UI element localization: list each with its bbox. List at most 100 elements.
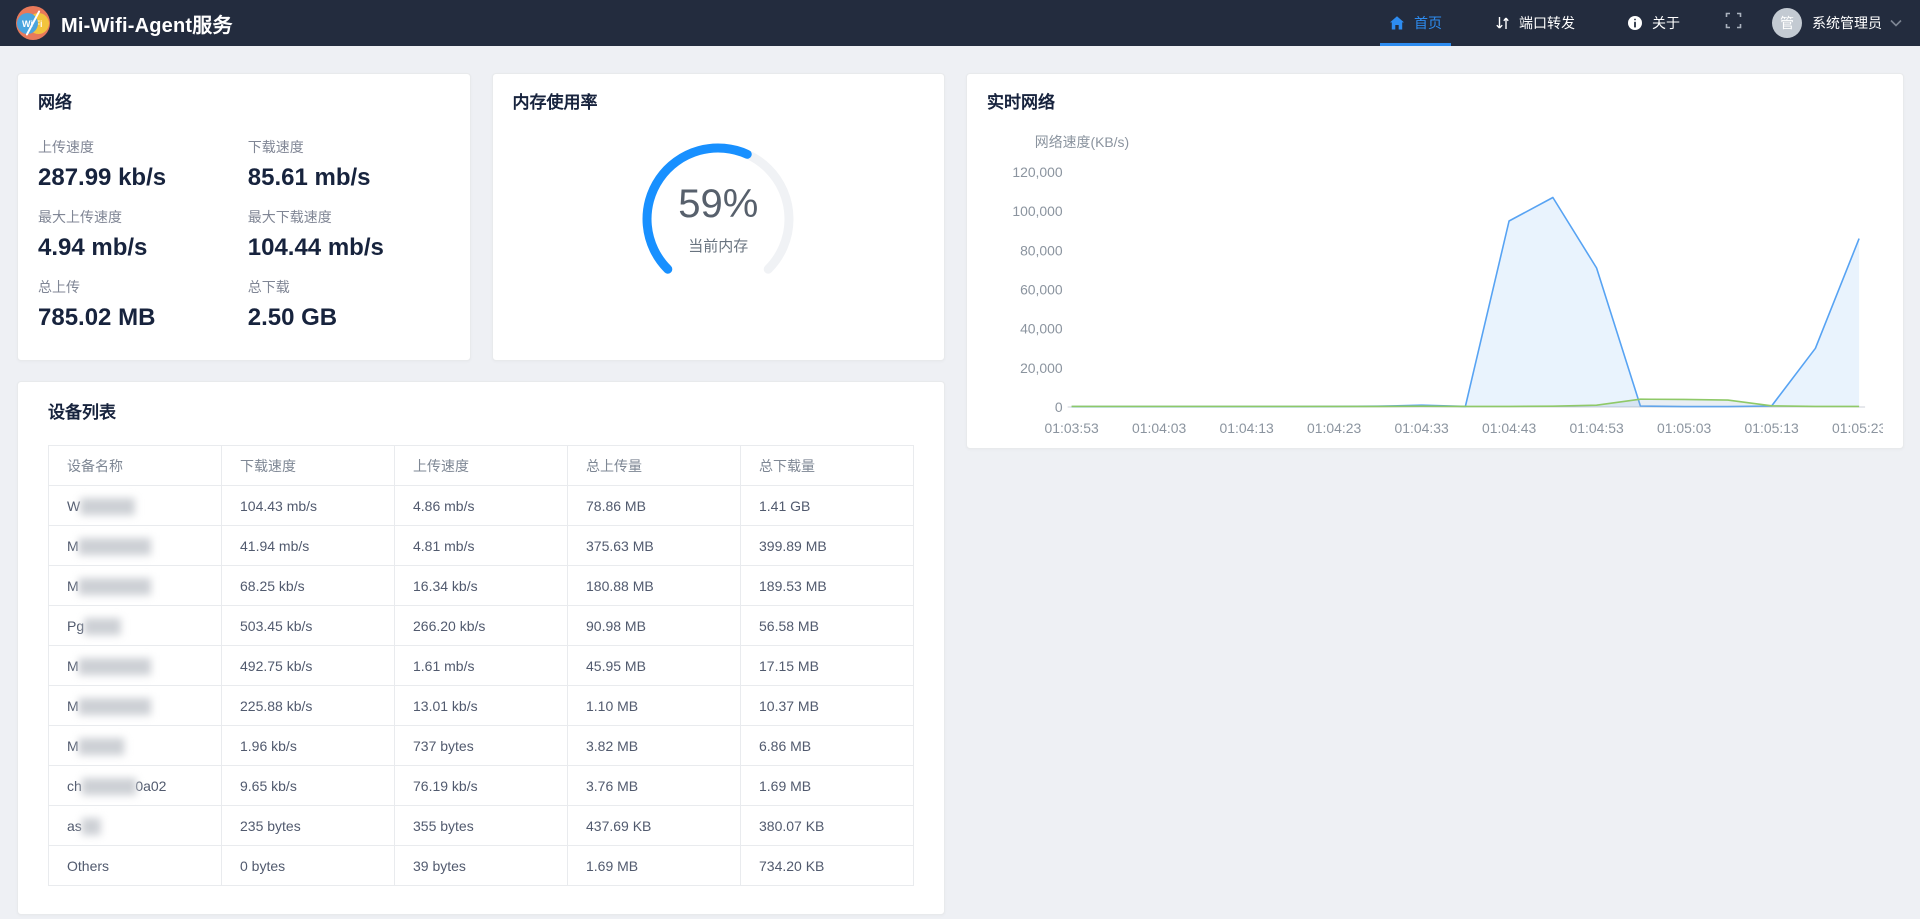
nav-item-label: 首页 xyxy=(1414,13,1442,33)
main-content: 网络 上传速度 287.99 kb/s 下载速度 85.61 mb/s 最大上传… xyxy=(0,46,1920,915)
device-name-cell: M████████ xyxy=(49,686,222,726)
home-icon xyxy=(1389,15,1405,31)
device-name-prefix: Pg xyxy=(67,618,84,634)
device-name-masked: ████ xyxy=(84,618,120,634)
device-name-prefix: M xyxy=(67,538,79,554)
device-name-masked: ██████ xyxy=(82,778,136,794)
stat-label: 下载速度 xyxy=(248,137,450,157)
device-name-prefix: M xyxy=(67,578,79,594)
device-name-prefix: Others xyxy=(67,858,109,874)
table-row: M████████ 41.94 mb/s 4.81 mb/s 375.63 MB… xyxy=(49,526,914,566)
nav-item-about[interactable]: 关于 xyxy=(1624,0,1683,46)
x-tick-label: 01:03:53 xyxy=(1045,420,1099,436)
device-table-header-row: 设备名称 下载速度 上传速度 总上传量 总下载量 xyxy=(49,446,914,486)
column-header: 下载速度 xyxy=(222,446,395,486)
device-name-masked: ██ xyxy=(82,818,100,834)
table-row: Pg████ 503.45 kb/s 266.20 kb/s 90.98 MB … xyxy=(49,606,914,646)
stat-label: 上传速度 xyxy=(38,137,240,157)
device-cell: 68.25 kb/s xyxy=(222,566,395,606)
device-cell: 41.94 mb/s xyxy=(222,526,395,566)
table-row: M████████ 68.25 kb/s 16.34 kb/s 180.88 M… xyxy=(49,566,914,606)
device-cell: 1.69 MB xyxy=(741,766,914,806)
network-stat: 下载速度 85.61 mb/s xyxy=(248,137,450,192)
x-tick-label: 01:04:43 xyxy=(1482,420,1536,436)
fullscreen-icon xyxy=(1725,12,1742,34)
network-stat: 总上传 785.02 MB xyxy=(38,277,240,332)
fullscreen-button[interactable] xyxy=(1725,12,1742,34)
device-name-masked: ████████ xyxy=(79,578,150,594)
device-name-suffix: 0a02 xyxy=(135,778,166,794)
stat-value: 287.99 kb/s xyxy=(38,164,240,192)
device-cell: 380.07 KB xyxy=(741,806,914,846)
nav-item-port-forward[interactable]: 端口转发 xyxy=(1491,0,1578,46)
device-cell: 492.75 kb/s xyxy=(222,646,395,686)
top-nav: 首页 端口转发 关于 xyxy=(1340,0,1902,46)
device-name-prefix: M xyxy=(67,698,79,714)
gauge-center-text: 59% 当前内存 xyxy=(632,133,804,305)
brand: Wi Fi Mi-Wifi-Agent服务 xyxy=(16,6,233,40)
device-cell: 104.43 mb/s xyxy=(222,486,395,526)
table-row: M████████ 225.88 kb/s 13.01 kb/s 1.10 MB… xyxy=(49,686,914,726)
x-tick-label: 01:04:03 xyxy=(1132,420,1186,436)
device-cell: 3.76 MB xyxy=(568,766,741,806)
table-row: Others 0 bytes 39 bytes 1.69 MB 734.20 K… xyxy=(49,846,914,886)
column-header: 总下载量 xyxy=(741,446,914,486)
device-cell: 78.86 MB xyxy=(568,486,741,526)
y-tick-label: 100,000 xyxy=(1012,204,1063,220)
y-tick-label: 40,000 xyxy=(1020,321,1063,337)
column-header: 设备名称 xyxy=(49,446,222,486)
table-row: ch██████0a02 9.65 kb/s 76.19 kb/s 3.76 M… xyxy=(49,766,914,806)
stat-value: 2.50 GB xyxy=(248,304,450,332)
device-cell: 225.88 kb/s xyxy=(222,686,395,726)
device-cell: 56.58 MB xyxy=(741,606,914,646)
stat-label: 总上传 xyxy=(38,277,240,297)
nav-item-home[interactable]: 首页 xyxy=(1386,0,1445,46)
port-forward-icon xyxy=(1494,15,1510,31)
device-cell: 737 bytes xyxy=(395,726,568,766)
memory-card: 内存使用率 59% 当前内存 xyxy=(492,73,946,361)
device-cell: 13.01 kb/s xyxy=(395,686,568,726)
column-header: 总上传量 xyxy=(568,446,741,486)
user-menu[interactable]: 管 系统管理员 xyxy=(1772,8,1902,38)
series-area-下载速度 xyxy=(1072,198,1859,408)
x-tick-label: 01:04:23 xyxy=(1307,420,1361,436)
device-cell: 4.86 mb/s xyxy=(395,486,568,526)
stat-label: 最大下载速度 xyxy=(248,207,450,227)
network-stat: 总下载 2.50 GB xyxy=(248,277,450,332)
stat-value: 85.61 mb/s xyxy=(248,164,450,192)
table-row: as██ 235 bytes 355 bytes 437.69 KB 380.0… xyxy=(49,806,914,846)
network-card-title: 网络 xyxy=(38,93,450,113)
device-cell: 39 bytes xyxy=(395,846,568,886)
device-cell: 16.34 kb/s xyxy=(395,566,568,606)
table-row: M████████ 492.75 kb/s 1.61 mb/s 45.95 MB… xyxy=(49,646,914,686)
network-chart-svg: 网络速度(KB/s)020,00040,00060,00080,000100,0… xyxy=(987,127,1883,445)
right-column: 实时网络 网络速度(KB/s)020,00040,00060,00080,000… xyxy=(966,73,1904,449)
device-cell: 1.69 MB xyxy=(568,846,741,886)
device-name-prefix: W xyxy=(67,498,80,514)
device-name-cell: Pg████ xyxy=(49,606,222,646)
device-cell: 1.96 kb/s xyxy=(222,726,395,766)
x-tick-label: 01:04:13 xyxy=(1220,420,1274,436)
series-line-下载速度 xyxy=(1072,198,1859,407)
device-name-cell: M████████ xyxy=(49,646,222,686)
left-column: 网络 上传速度 287.99 kb/s 下载速度 85.61 mb/s 最大上传… xyxy=(17,73,945,915)
device-name-masked: ████████ xyxy=(79,658,150,674)
device-name-prefix: M xyxy=(67,658,79,674)
x-tick-label: 01:05:03 xyxy=(1657,420,1711,436)
realtime-network-card: 实时网络 网络速度(KB/s)020,00040,00060,00080,000… xyxy=(966,73,1904,449)
stat-label: 总下载 xyxy=(248,277,450,297)
device-cell: 375.63 MB xyxy=(568,526,741,566)
stat-value: 4.94 mb/s xyxy=(38,234,240,262)
table-row: M█████ 1.96 kb/s 737 bytes 3.82 MB 6.86 … xyxy=(49,726,914,766)
info-icon xyxy=(1627,15,1643,31)
network-card: 网络 上传速度 287.99 kb/s 下载速度 85.61 mb/s 最大上传… xyxy=(17,73,471,361)
device-cell: 180.88 MB xyxy=(568,566,741,606)
device-cell: 1.61 mb/s xyxy=(395,646,568,686)
device-table: 设备名称 下载速度 上传速度 总上传量 总下载量 W██████ 104.43 … xyxy=(48,445,914,886)
stat-label: 最大上传速度 xyxy=(38,207,240,227)
device-name-cell: ch██████0a02 xyxy=(49,766,222,806)
device-cell: 17.15 MB xyxy=(741,646,914,686)
memory-percent: 59% xyxy=(678,182,758,227)
device-name-masked: ██████ xyxy=(80,498,134,514)
y-tick-label: 80,000 xyxy=(1020,243,1063,259)
